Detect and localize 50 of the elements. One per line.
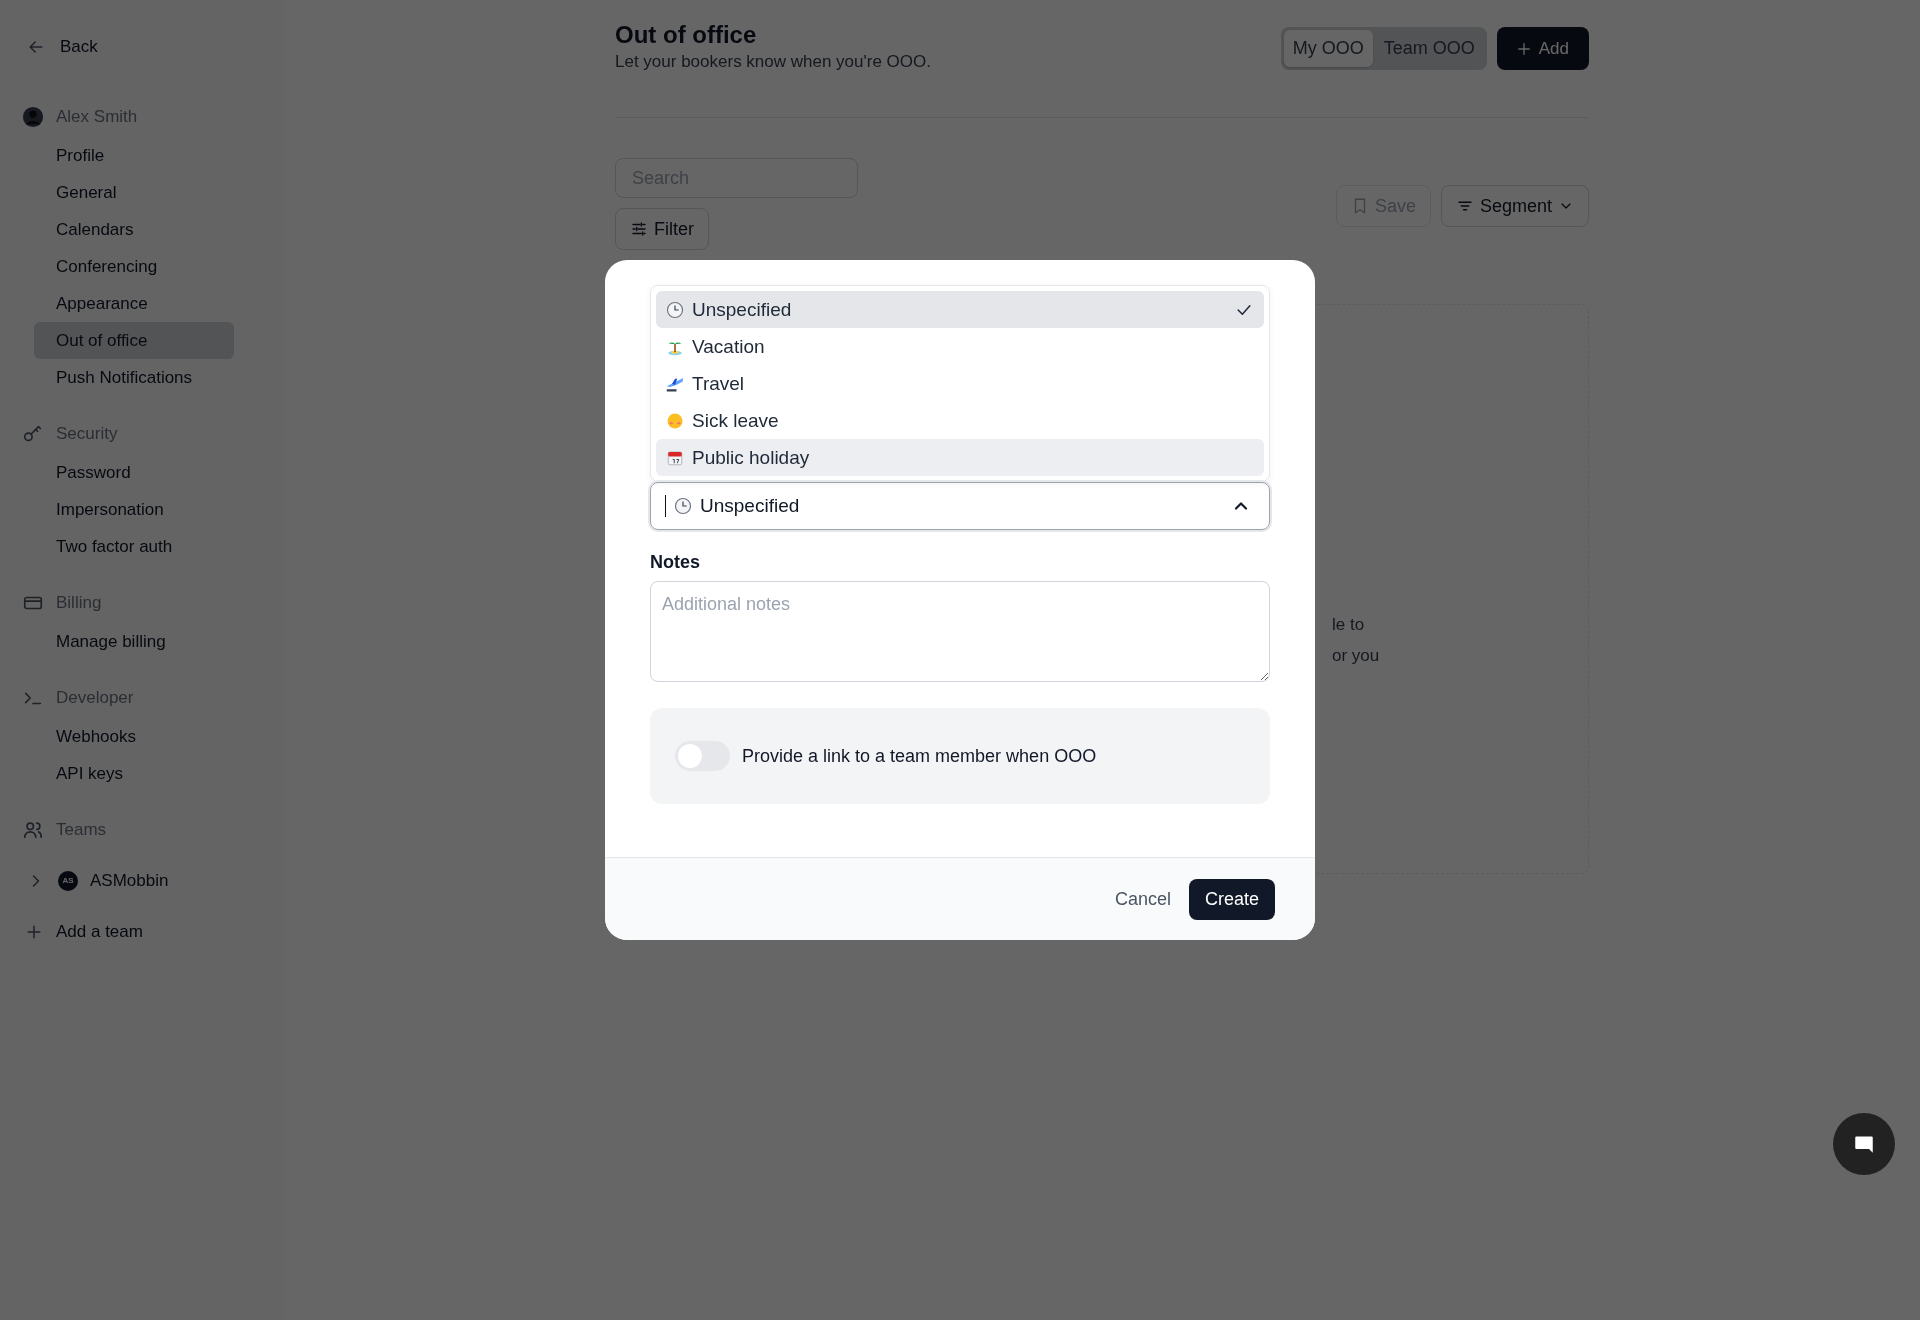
add-button[interactable]: Add	[1496, 27, 1589, 70]
avatar-icon	[22, 106, 44, 128]
sidebar-item[interactable]: Impersonation	[34, 491, 234, 528]
sidebar-item[interactable]: Conferencing	[34, 248, 234, 285]
clock-icon	[674, 497, 692, 515]
team-name[interactable]: ASMobbin	[90, 870, 169, 891]
dropdown-option[interactable]: Unspecified	[656, 291, 1264, 328]
sidebar-item[interactable]: Password	[34, 454, 234, 491]
dropdown-option[interactable]: Public holiday	[656, 439, 1264, 476]
sidebar-item[interactable]: Manage billing	[34, 623, 234, 660]
reason-select[interactable]: Unspecified	[650, 482, 1270, 530]
dropdown-option[interactable]: Travel	[656, 365, 1264, 402]
section-heading: Teams	[56, 820, 107, 840]
add-team-link[interactable]: Add a team	[22, 913, 284, 950]
filter-button[interactable]: Filter	[615, 208, 709, 250]
sick-face-icon	[666, 411, 684, 430]
page-title: Out of office	[615, 20, 758, 50]
empty-state-text: le to	[1332, 614, 1366, 636]
section-heading: Developer	[56, 688, 134, 708]
toggle-option[interactable]: Team OOO	[1374, 30, 1484, 67]
sidebar-item[interactable]: Calendars	[34, 211, 234, 248]
empty-state-text: or you	[1332, 645, 1381, 667]
dropdown-option[interactable]: Sick leave	[656, 402, 1264, 439]
users-icon	[22, 819, 44, 841]
sidebar-item[interactable]: Appearance	[34, 285, 234, 322]
sidebar-item[interactable]: Push Notifications	[34, 359, 234, 396]
dropdown-option[interactable]: Vacation	[656, 328, 1264, 365]
page-subtitle: Let your bookers know when you're OOO.	[615, 52, 931, 72]
section-heading: Security	[56, 424, 118, 444]
segment-button[interactable]: Segment	[1440, 185, 1589, 227]
section-heading: Billing	[56, 593, 102, 613]
sidebar-item[interactable]: General	[34, 174, 234, 211]
notes-label: Notes	[650, 552, 701, 573]
cancel-button[interactable]: Cancel	[1114, 880, 1171, 918]
sidebar-item[interactable]: API keys	[34, 755, 234, 792]
toggle-label: Provide a link to a team member when OOO	[742, 745, 1097, 767]
sliders-icon	[630, 220, 648, 238]
sidebar-item[interactable]: Webhooks	[34, 718, 234, 755]
notes-field[interactable]: Additional notes	[650, 581, 1270, 682]
create-button[interactable]: Create	[1188, 878, 1275, 920]
team-avatar: AS	[58, 870, 78, 891]
calendar-icon	[666, 448, 684, 467]
sidebar-item[interactable]: Profile	[34, 137, 234, 174]
sidebar-item[interactable]: Out of office	[34, 322, 234, 359]
section-heading: Alex Smith	[56, 107, 138, 127]
sidebar-item[interactable]: Two factor auth	[34, 528, 234, 565]
clock-icon	[666, 300, 684, 319]
back-link[interactable]: Back	[22, 28, 284, 65]
toggle-switch[interactable]	[675, 741, 730, 771]
toggle-option[interactable]: My OOO	[1283, 30, 1373, 67]
